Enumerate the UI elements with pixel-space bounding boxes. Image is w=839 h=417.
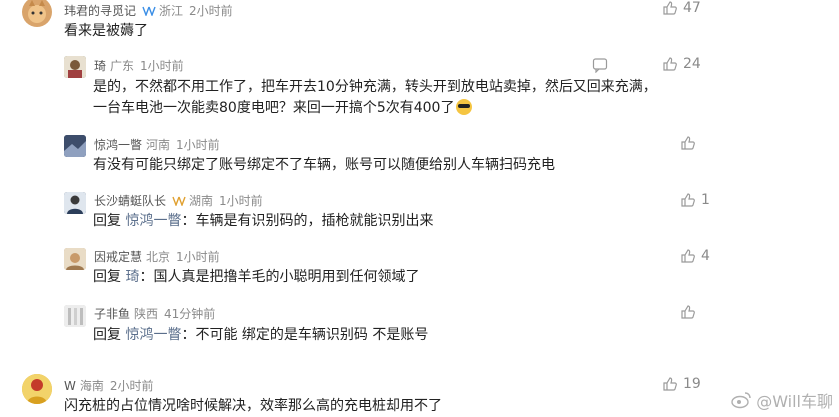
username[interactable]: 子非鱼 (94, 307, 130, 321)
avatar[interactable] (64, 56, 86, 78)
watermark: @Will车聊 (730, 388, 833, 412)
timestamp: 1小时前 (176, 250, 220, 264)
comment-text: 有没有可能只绑定了账号绑定不了车辆，账号可以随便给别人车辆扫码充电 (93, 157, 555, 173)
like-count: 1 (701, 192, 710, 208)
location: 北京 (146, 250, 171, 264)
timestamp: 1小时前 (140, 59, 184, 73)
location: 陕西 (134, 307, 159, 321)
location: 湖南 (189, 194, 214, 208)
thumbs-up-icon (681, 136, 695, 150)
sunglasses-emoji-icon (456, 99, 473, 115)
thumbs-up-icon (663, 1, 677, 15)
username[interactable]: 因戒定慧 (94, 250, 142, 264)
comment-meta: 玮君的寻觅记 浙江 2小时前 (64, 2, 233, 19)
like-button[interactable] (680, 135, 696, 151)
like-button[interactable]: 19 (662, 376, 701, 392)
thumbs-up-icon (681, 305, 695, 319)
avatar[interactable] (64, 192, 86, 214)
verified-badge-icon (172, 195, 186, 209)
reply-target-link[interactable]: 惊鸿一瞥 (125, 213, 181, 229)
weibo-logo-icon (731, 392, 751, 409)
like-count: 4 (701, 248, 710, 264)
comment-meta: 子非鱼 陕西 41分钟前 (94, 305, 215, 322)
comment-text: 回复 惊鸿一瞥：不可能 绑定的是车辆识别码 不是账号 (93, 327, 429, 343)
comment-meta: 长沙蜻蜓队长 湖南 1小时前 (94, 192, 263, 209)
avatar[interactable] (64, 248, 86, 270)
location: 河南 (146, 138, 171, 152)
username[interactable]: 琦 (94, 59, 106, 73)
timestamp: 1小时前 (219, 194, 263, 208)
comment-meta: 因戒定慧 北京 1小时前 (94, 248, 220, 265)
comment-meta: W 海南 2小时前 (64, 377, 154, 394)
timestamp: 2小时前 (189, 4, 233, 18)
avatar[interactable] (64, 305, 86, 327)
thumbs-up-icon (681, 249, 695, 263)
avatar[interactable] (64, 135, 86, 157)
comment-meta: 惊鸿一瞥 河南 1小时前 (94, 136, 220, 153)
avatar[interactable] (22, 0, 52, 27)
username[interactable]: 长沙蜻蜓队长 (94, 194, 166, 208)
timestamp: 1小时前 (176, 138, 220, 152)
comment-text: 闪充桩的占位情况啥时候解决，效率那么高的充电桩却用不了 (64, 398, 442, 414)
username[interactable]: 惊鸿一瞥 (94, 138, 142, 152)
reply-icon[interactable] (592, 57, 608, 77)
like-count: 47 (683, 0, 701, 16)
comment-text-line-1: 是的，不然都不用工作了，把车开去10分钟充满，转头开到放电站卖掉，然后又回来充满… (93, 79, 657, 95)
comment-text-line-2: 一台车电池一次能卖80度电吧？来回一开搞个5次有400了 (93, 98, 473, 119)
comment-text: 回复 琦：国人真是把撸羊毛的小聪明用到任何领域了 (93, 269, 420, 285)
timestamp: 41分钟前 (164, 307, 216, 321)
reply-target-link[interactable]: 琦 (125, 269, 139, 285)
like-button[interactable]: 47 (662, 0, 701, 16)
username[interactable]: 玮君的寻觅记 (64, 4, 136, 18)
location: 广东 (110, 59, 135, 73)
location: 海南 (79, 379, 104, 393)
comment-text: 看来是被薅了 (64, 23, 148, 39)
reply-target-link[interactable]: 惊鸿一瞥 (125, 327, 181, 343)
avatar[interactable] (22, 374, 52, 404)
location: 浙江 (159, 4, 184, 18)
username[interactable]: W (64, 379, 76, 393)
thumbs-up-icon (681, 193, 695, 207)
verified-badge-icon (142, 5, 156, 19)
comment-meta: 琦广东 1小时前 (94, 57, 184, 74)
thumbs-up-icon (663, 57, 677, 71)
like-button[interactable]: 24 (662, 56, 701, 72)
like-button[interactable]: 4 (680, 248, 710, 264)
like-count: 24 (683, 56, 701, 72)
comment-text: 回复 惊鸿一瞥：车辆是有识别码的，插枪就能识别出来 (93, 213, 434, 229)
like-button[interactable]: 1 (680, 192, 710, 208)
timestamp: 2小时前 (109, 379, 154, 393)
like-button[interactable] (680, 304, 696, 320)
thumbs-up-icon (663, 377, 677, 391)
like-count: 19 (683, 376, 701, 392)
